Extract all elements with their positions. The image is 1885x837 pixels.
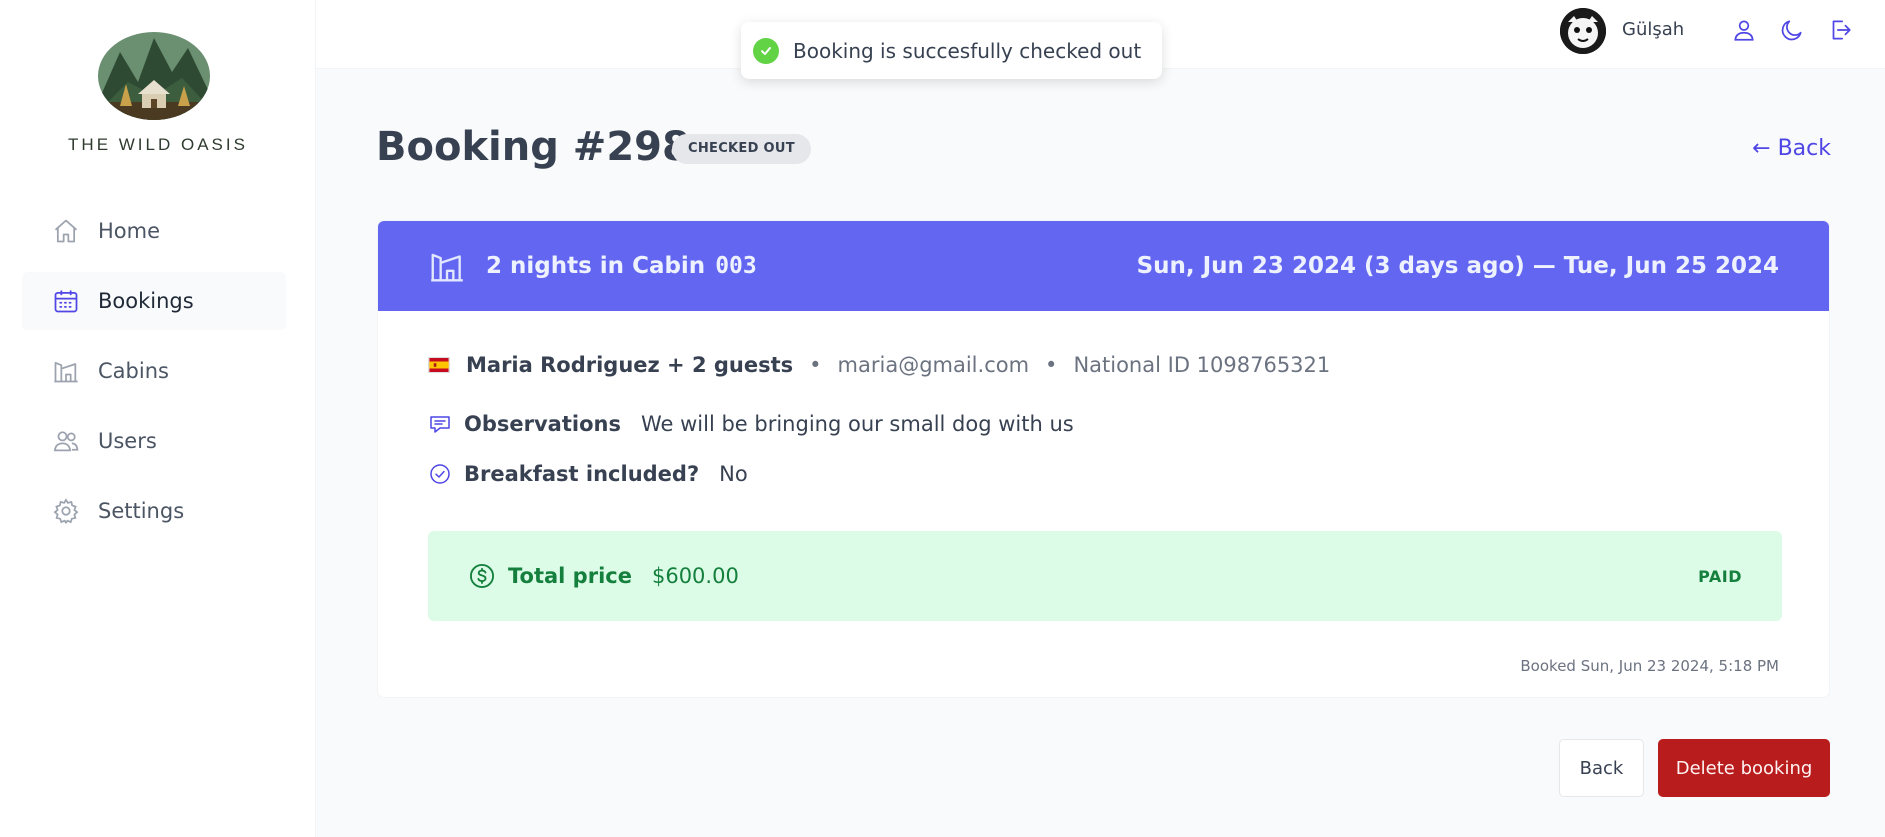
logo	[98, 32, 210, 120]
account-button[interactable]	[1728, 14, 1760, 46]
guest-name: Maria Rodriguez + 2 guests	[466, 353, 794, 377]
status-badge: CHECKED OUT	[672, 134, 811, 164]
user-icon	[1734, 20, 1754, 41]
toast-notification: Booking is succesfully checked out	[741, 22, 1162, 79]
check-circle-icon	[753, 37, 779, 64]
sidebar-item-label: Home	[98, 219, 161, 243]
calendar-icon	[54, 290, 78, 313]
logout-icon	[1832, 20, 1851, 40]
check-circle-icon	[430, 464, 450, 484]
sidebar-item-label: Cabins	[98, 359, 169, 383]
sidebar-item-home[interactable]: Home	[22, 202, 286, 260]
payment-status: PAID	[1698, 566, 1742, 586]
cabin-icon	[431, 253, 463, 282]
brand-name: THE WILD OASIS	[68, 135, 248, 154]
sidebar-nav: Home Bookings Cabins Users Settings	[22, 202, 286, 552]
breakfast-label: Breakfast included?	[464, 462, 700, 486]
user-name: Gülşah	[1622, 19, 1685, 40]
spain-flag-icon	[428, 357, 450, 373]
booking-detail-card: 2 nights in Cabin 003 Sun, Jun 23 2024 (…	[377, 220, 1830, 698]
sidebar-item-cabins[interactable]: Cabins	[22, 342, 286, 400]
home-icon	[54, 219, 78, 243]
observations-row: Observations We will be bringing our sma…	[428, 412, 1074, 436]
avatar	[1560, 8, 1606, 54]
sidebar: THE WILD OASIS Home Bookings Cabins User…	[0, 0, 316, 837]
dark-mode-toggle[interactable]	[1776, 14, 1808, 46]
guest-email: maria@gmail.com	[837, 353, 1030, 377]
gear-icon	[53, 498, 79, 525]
price-box: Total price $600.00 PAID	[428, 531, 1782, 621]
price-label: Total price	[508, 564, 632, 588]
users-icon	[53, 431, 79, 452]
national-id: National ID 1098765321	[1073, 353, 1331, 377]
moon-icon	[1781, 20, 1802, 41]
toast-message: Booking is succesfully checked out	[793, 38, 1142, 63]
sidebar-item-users[interactable]: Users	[22, 412, 286, 470]
price-value: $600.00	[651, 564, 739, 588]
nights-text: 2 nights in Cabin	[486, 253, 706, 279]
booking-dates: Sun, Jun 23 2024 (3 days ago) — Tue, Jun…	[1136, 253, 1779, 279]
separator-dot: •	[1045, 353, 1058, 377]
page-title: Booking #298	[376, 124, 690, 170]
booked-timestamp: Booked Sun, Jun 23 2024, 5:18 PM	[1520, 657, 1779, 675]
back-link[interactable]: ← Back	[1752, 136, 1831, 161]
separator-dot: •	[809, 353, 822, 377]
delete-booking-button[interactable]: Delete booking	[1658, 739, 1830, 797]
booking-header: 2 nights in Cabin 003 Sun, Jun 23 2024 (…	[378, 221, 1829, 311]
logout-button[interactable]	[1824, 14, 1856, 46]
cabin-icon	[54, 361, 78, 383]
observations-label: Observations	[464, 412, 621, 436]
observations-text: We will be bringing our small dog with u…	[640, 412, 1074, 436]
sidebar-item-bookings[interactable]: Bookings	[22, 272, 286, 330]
breakfast-value: No	[719, 462, 748, 486]
cabin-number: 003	[715, 253, 757, 279]
guest-row: Maria Rodriguez + 2 guests • maria@gmail…	[428, 353, 1330, 377]
chat-icon	[430, 416, 450, 433]
sidebar-item-settings[interactable]: Settings	[22, 482, 286, 540]
breakfast-row: Breakfast included? No	[428, 462, 748, 486]
dollar-icon	[469, 563, 495, 589]
sidebar-item-label: Bookings	[98, 289, 194, 313]
sidebar-item-label: Settings	[98, 499, 185, 523]
sidebar-item-label: Users	[98, 429, 157, 453]
back-button[interactable]: Back	[1559, 739, 1644, 797]
